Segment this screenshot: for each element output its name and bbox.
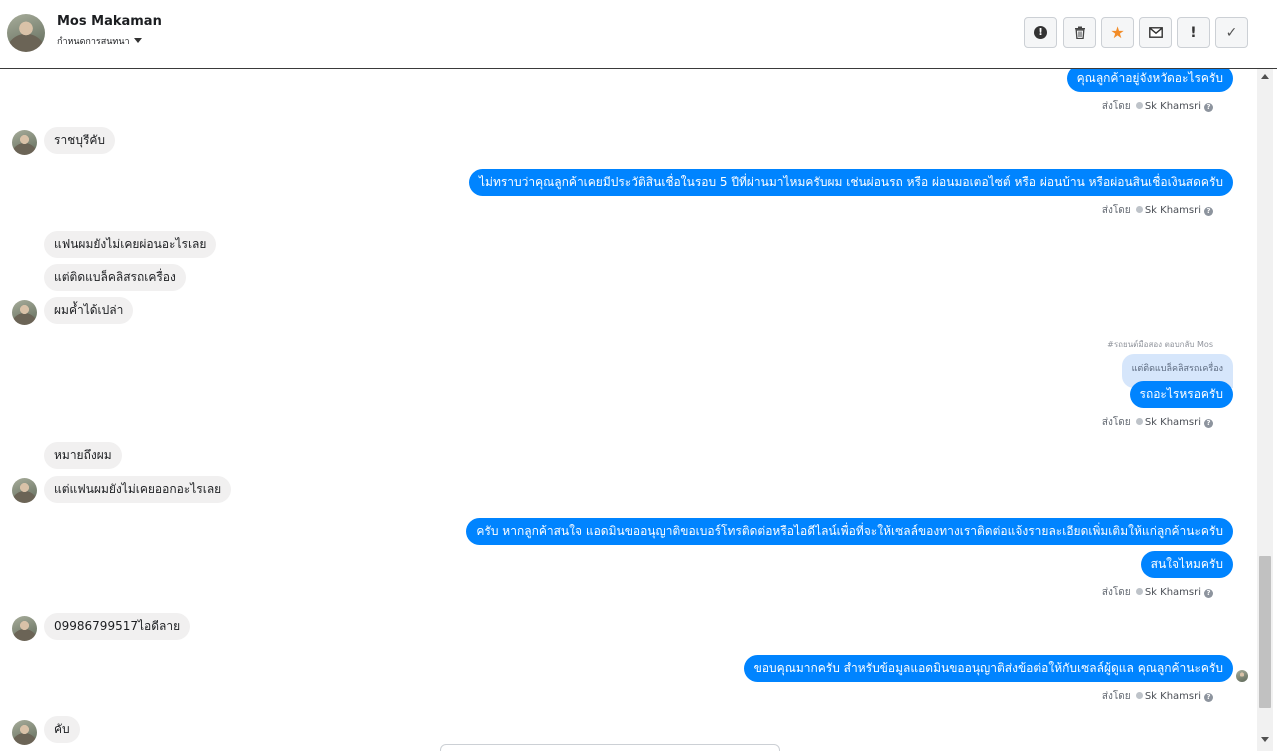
outgoing-message[interactable]: รถอะไรหรอครับ: [1129, 381, 1233, 408]
sent-by-label: ส่งโดย Sk Khamsri?: [1102, 585, 1213, 600]
verified-dot-icon: [1135, 692, 1143, 699]
scroll-up-arrow-icon[interactable]: [1261, 74, 1269, 79]
sent-by-label: ส่งโดย Sk Khamsri?: [1102, 203, 1213, 218]
outgoing-message[interactable]: คุณลูกค้าอยู่จังหวัดอะไรครับ: [1066, 69, 1233, 92]
incoming-message[interactable]: ราชบุรีคับ: [44, 127, 116, 154]
message-list[interactable]: คุณลูกค้าอยู่จังหวัดอะไรครับ ส่งโดย Sk K…: [0, 69, 1257, 751]
alert-circle-icon: !: [1034, 26, 1047, 39]
sent-by-prefix: ส่งโดย: [1101, 205, 1131, 216]
scroll-thumb[interactable]: [1259, 556, 1271, 708]
sent-by-prefix: ส่งโดย: [1101, 587, 1131, 598]
verified-dot-icon: [1135, 418, 1143, 425]
sent-by-label: ส่งโดย Sk Khamsri?: [1102, 99, 1213, 114]
report-button[interactable]: !: [1024, 17, 1057, 48]
sent-by-label: ส่งโดย Sk Khamsri?: [1102, 689, 1213, 704]
sent-by-label: ส่งโดย Sk Khamsri?: [1102, 415, 1213, 430]
contact-avatar: [12, 616, 37, 641]
incoming-message[interactable]: แต่แฟนผมยังไม่เคยออกอะไรเลย: [44, 476, 232, 503]
message-composer[interactable]: [440, 744, 780, 751]
outgoing-message[interactable]: สนใจไหมครับ: [1140, 551, 1233, 578]
scroll-down-arrow-icon[interactable]: [1261, 737, 1269, 742]
contact-name[interactable]: Mos Makaman: [57, 14, 162, 29]
check-icon: ✓: [1225, 24, 1238, 41]
verified-dot-icon: [1135, 588, 1143, 595]
contact-avatar: [12, 478, 37, 503]
help-icon[interactable]: ?: [1204, 103, 1213, 112]
sender-name: Sk Khamsri: [1144, 417, 1201, 428]
contact-avatar[interactable]: [7, 14, 45, 52]
seen-avatar: [1236, 670, 1248, 682]
scrollbar[interactable]: [1257, 69, 1273, 751]
sent-by-prefix: ส่งโดย: [1101, 417, 1131, 428]
delete-button[interactable]: [1063, 17, 1096, 48]
sender-name: Sk Khamsri: [1144, 691, 1201, 702]
outgoing-message[interactable]: ขอบคุณมากครับ สำหรับข้อมูลแอดมินขออนุญาต…: [743, 655, 1233, 682]
outgoing-message[interactable]: ไม่ทราบว่าคุณลูกค้าเคยมีประวัติสินเชื่อใ…: [469, 169, 1233, 196]
outgoing-message[interactable]: ครับ หากลูกค้าสนใจ แอดมินขออนุญาติขอเบอร…: [466, 518, 1233, 545]
incoming-message[interactable]: 09986799517ไอดีลาย: [44, 613, 191, 640]
help-icon[interactable]: ?: [1204, 693, 1213, 702]
verified-dot-icon: [1135, 102, 1143, 109]
mark-done-button[interactable]: ✓: [1215, 17, 1248, 48]
sender-name: Sk Khamsri: [1144, 587, 1201, 598]
caret-down-icon: [133, 38, 142, 43]
help-icon[interactable]: ?: [1204, 419, 1213, 428]
reply-context-label: #รถยนต์มือสอง ตอบกลับ Mos: [1107, 340, 1213, 349]
conversation-settings-label: กำหนดการสนทนา: [57, 37, 130, 47]
conversation-settings-dropdown[interactable]: กำหนดการสนทนา: [57, 34, 142, 48]
verified-dot-icon: [1135, 206, 1143, 213]
sent-by-prefix: ส่งโดย: [1101, 691, 1131, 702]
exclamation-icon: !: [1190, 24, 1197, 41]
chat-window: Mos Makaman กำหนดการสนทนา ! ★ ! ✓ คุณลูก…: [0, 0, 1277, 751]
sender-name: Sk Khamsri: [1144, 101, 1201, 112]
contact-avatar: [12, 300, 37, 325]
incoming-message[interactable]: ผมค้ำได้เปล่า: [44, 297, 134, 324]
contact-avatar: [12, 720, 37, 745]
star-icon: ★: [1110, 23, 1125, 42]
incoming-message[interactable]: แต่ติดแบล็คลิสรถเครื่อง: [44, 264, 186, 291]
help-icon[interactable]: ?: [1204, 207, 1213, 216]
star-button[interactable]: ★: [1101, 17, 1134, 48]
help-icon[interactable]: ?: [1204, 589, 1213, 598]
sent-by-prefix: ส่งโดย: [1101, 101, 1131, 112]
contact-avatar: [12, 130, 37, 155]
incoming-message[interactable]: แฟนผมยังไม่เคยผ่อนอะไรเลย: [44, 231, 217, 258]
trash-icon: [1074, 26, 1085, 39]
conversation-header: Mos Makaman กำหนดการสนทนา ! ★ ! ✓: [0, 0, 1277, 69]
sender-name: Sk Khamsri: [1144, 205, 1201, 216]
mark-unread-button[interactable]: [1139, 17, 1172, 48]
incoming-message[interactable]: คับ: [44, 716, 80, 743]
incoming-message[interactable]: หมายถึงผม: [44, 442, 122, 469]
follow-up-button[interactable]: !: [1177, 17, 1210, 48]
mail-icon: [1148, 27, 1163, 38]
